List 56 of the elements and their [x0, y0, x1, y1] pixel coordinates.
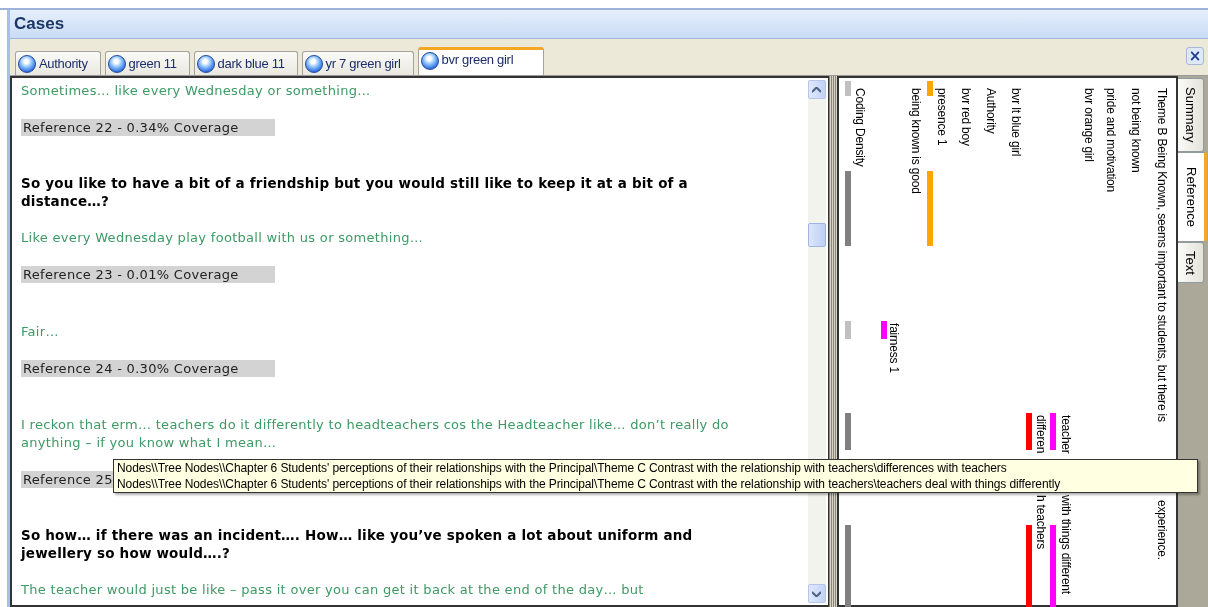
stripe-label: teacher — [1058, 415, 1072, 454]
scroll-thumb[interactable] — [807, 223, 826, 247]
stripe-label: Coding Density — [852, 88, 866, 167]
side-tab[interactable]: Text — [1178, 241, 1205, 284]
coverage-bar[interactable] — [1025, 525, 1032, 607]
panel-title: Cases — [14, 14, 65, 34]
stripe-label: pride and motivation — [1103, 88, 1117, 193]
coverage-bar[interactable] — [880, 321, 887, 339]
reference-label: Reference 23 - 0.01% Coverage — [21, 266, 275, 283]
answer-text: Sometimes… like every Wednesday or something… — [21, 83, 371, 98]
coverage-bar[interactable] — [844, 525, 851, 607]
stripe-label: not being known — [1128, 88, 1142, 173]
stripe-label: h teachers — [1033, 495, 1047, 550]
case-icon — [18, 54, 36, 73]
answer-text: Fair… — [21, 324, 59, 339]
stripe-label: Authority — [983, 88, 997, 134]
case-tab[interactable]: bvr green girl — [417, 47, 545, 75]
coverage-bar[interactable] — [1049, 525, 1056, 607]
question-text: So you like to have a bit of a friendship but you would still like to keep it at a bit of a distance…? — [21, 175, 688, 209]
coverage-bar[interactable] — [1025, 413, 1032, 450]
stripe-label: bvr orange girl — [1081, 88, 1095, 162]
stripe-label: Theme B Being Known, seems important to students, but there is — [1154, 88, 1168, 422]
reference-label: Reference 24 - 0.30% Coverage — [21, 360, 275, 377]
scroll-down-button[interactable] — [807, 584, 826, 603]
case-tab[interactable]: yr 7 green girl — [301, 51, 414, 75]
reference-label: Reference 22 - 0.34% Coverage — [21, 119, 275, 136]
scroll-up-button[interactable] — [807, 80, 826, 99]
side-tab[interactable]: Reference — [1178, 151, 1208, 242]
stripe-label: presence 1 — [934, 88, 948, 146]
coverage-bar[interactable] — [844, 321, 851, 339]
stripe-label: with things different — [1058, 495, 1072, 594]
case-tab[interactable]: Authority — [15, 51, 101, 75]
stripe-label: bvr red boy — [958, 88, 972, 146]
stripe-label: fairness 1 — [886, 323, 900, 374]
coverage-bar[interactable] — [1049, 413, 1056, 450]
coverage-bar[interactable] — [844, 413, 851, 450]
case-icon — [196, 54, 215, 73]
case-icon — [420, 52, 439, 70]
answer-text: I reckon that erm… teachers do it differently to headteachers cos the Headteacher like… don’t really do anything – if you know what I mean… — [21, 417, 729, 450]
stripe-label: bvr lt blue girl — [1008, 88, 1022, 157]
coverage-bar[interactable] — [926, 171, 933, 246]
answer-text: Like every Wednesday play football with us or something… — [21, 230, 424, 245]
question-text: So how… if there was an incident…. How… like you’ve spoken a lot about uniform and jewellery so how would….? — [21, 527, 693, 561]
case-icon — [107, 54, 126, 73]
stripe-label: being known is good — [908, 88, 922, 194]
coverage-bar[interactable] — [844, 81, 851, 96]
coverage-bar[interactable] — [844, 171, 851, 246]
case-tab[interactable]: dark blue 11 — [193, 51, 298, 75]
close-button[interactable]: × — [1186, 47, 1204, 65]
case-icon — [304, 54, 323, 73]
side-tab[interactable]: Summary — [1178, 78, 1205, 152]
case-tab[interactable]: green 11 — [104, 51, 190, 75]
coverage-bar[interactable] — [926, 81, 933, 96]
stripe-label: experience. — [1154, 500, 1168, 560]
answer-text: The teacher would just be like – pass it over you can get it back at the end of the day… but — [21, 582, 644, 597]
stripe-label: differen — [1033, 415, 1047, 454]
